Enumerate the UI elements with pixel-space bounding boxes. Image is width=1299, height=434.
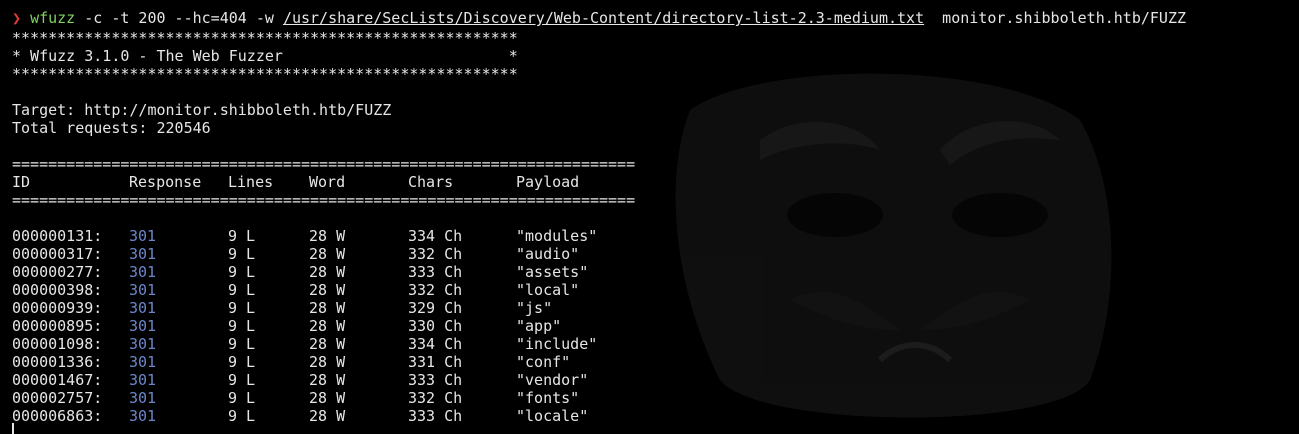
row-id: 000001336: [12, 353, 103, 371]
row-chars: 332 Ch [408, 389, 463, 407]
row-response-code: 301 [129, 353, 157, 371]
target-line: Target: http://monitor.shibboleth.htb/FU… [12, 101, 392, 119]
row-payload: "locale" [516, 407, 589, 425]
row-words: 28 W [309, 389, 346, 407]
row-words: 28 W [309, 407, 346, 425]
row-chars: 333 Ch [408, 263, 463, 281]
total-requests-line: Total requests: 220546 [12, 119, 211, 137]
header-payload: Payload [516, 173, 580, 191]
row-id: 000002757: [12, 389, 103, 407]
row-lines: 9 L [228, 389, 256, 407]
header-chars: Chars [408, 173, 454, 191]
row-response-code: 301 [129, 245, 157, 263]
table-header-row: ID Response Lines Word Chars Payload [12, 173, 712, 191]
row-id: 000000398: [12, 281, 103, 299]
row-lines: 9 L [228, 281, 256, 299]
row-id: 000000131: [12, 227, 103, 245]
command-args: -c -t 200 --hc=404 -w [75, 9, 283, 27]
row-id: 000001098: [12, 335, 103, 353]
row-chars: 331 Ch [408, 353, 463, 371]
table-row: 000001098: 301 9 L 28 W 334 Ch "include" [12, 335, 712, 353]
row-payload: "conf" [516, 353, 571, 371]
row-chars: 334 Ch [408, 335, 463, 353]
row-response-code: 301 [129, 299, 157, 317]
row-lines: 9 L [228, 245, 256, 263]
row-words: 28 W [309, 245, 346, 263]
row-lines: 9 L [228, 227, 256, 245]
row-response-code: 301 [129, 407, 157, 425]
row-lines: 9 L [228, 299, 256, 317]
table-row: 000000398: 301 9 L 28 W 332 Ch "local" [12, 281, 712, 299]
row-id: 000000317: [12, 245, 103, 263]
command-program: wfuzz [30, 9, 76, 27]
table-row: 000000131: 301 9 L 28 W 334 Ch "modules" [12, 227, 712, 245]
row-chars: 332 Ch [408, 245, 463, 263]
row-response-code: 301 [129, 389, 157, 407]
table-row: 000006863: 301 9 L 28 W 333 Ch "locale" [12, 407, 712, 425]
row-id: 000000277: [12, 263, 103, 281]
row-response-code: 301 [129, 317, 157, 335]
table-row: 000001467: 301 9 L 28 W 333 Ch "vendor" [12, 371, 712, 389]
row-chars: 333 Ch [408, 371, 463, 389]
row-response-code: 301 [129, 281, 157, 299]
row-payload: "app" [516, 317, 562, 335]
row-words: 28 W [309, 299, 346, 317]
table-rule-bottom: ========================================… [12, 191, 636, 209]
banner-border-top: ****************************************… [12, 29, 518, 47]
row-payload: "modules" [516, 227, 598, 245]
command-line: ❯ wfuzz -c -t 200 --hc=404 -w /usr/share… [12, 9, 1186, 27]
row-lines: 9 L [228, 407, 256, 425]
terminal-cursor [12, 423, 14, 434]
row-response-code: 301 [129, 335, 157, 353]
table-row: 000000317: 301 9 L 28 W 332 Ch "audio" [12, 245, 712, 263]
table-row: 000000895: 301 9 L 28 W 330 Ch "app" [12, 317, 712, 335]
row-payload: "include" [516, 335, 598, 353]
row-payload: "vendor" [516, 371, 589, 389]
row-words: 28 W [309, 263, 346, 281]
row-id: 000001467: [12, 371, 103, 389]
row-words: 28 W [309, 317, 346, 335]
terminal-window[interactable]: ❯ wfuzz -c -t 200 --hc=404 -w /usr/share… [0, 0, 1299, 434]
row-lines: 9 L [228, 371, 256, 389]
row-payload: "fonts" [516, 389, 580, 407]
row-lines: 9 L [228, 335, 256, 353]
row-payload: "assets" [516, 263, 589, 281]
row-chars: 332 Ch [408, 281, 463, 299]
row-chars: 333 Ch [408, 407, 463, 425]
row-response-code: 301 [129, 227, 157, 245]
banner-title: * Wfuzz 3.1.0 - The Web Fuzzer * [12, 47, 518, 65]
row-payload: "js" [516, 299, 553, 317]
row-words: 28 W [309, 335, 346, 353]
row-chars: 329 Ch [408, 299, 463, 317]
wordlist-path: /usr/share/SecLists/Discovery/Web-Conten… [282, 9, 925, 27]
row-words: 28 W [309, 281, 346, 299]
prompt-chevron-icon: ❯ [12, 9, 22, 27]
row-words: 28 W [309, 371, 346, 389]
row-response-code: 301 [129, 371, 157, 389]
row-chars: 330 Ch [408, 317, 463, 335]
table-row: 000001336: 301 9 L 28 W 331 Ch "conf" [12, 353, 712, 371]
table-row: 000000277: 301 9 L 28 W 333 Ch "assets" [12, 263, 712, 281]
header-id: ID [12, 173, 31, 191]
row-payload: "local" [516, 281, 580, 299]
row-payload: "audio" [516, 245, 580, 263]
command-target: monitor.shibboleth.htb/FUZZ [924, 9, 1187, 27]
header-response: Response [129, 173, 202, 191]
header-lines: Lines [228, 173, 274, 191]
row-chars: 334 Ch [408, 227, 463, 245]
row-id: 000000939: [12, 299, 103, 317]
table-rule-top: ========================================… [12, 155, 636, 173]
table-row: 000002757: 301 9 L 28 W 332 Ch "fonts" [12, 389, 712, 407]
banner-border-bottom: ****************************************… [12, 65, 518, 83]
table-row: 000000939: 301 9 L 28 W 329 Ch "js" [12, 299, 712, 317]
row-id: 000000895: [12, 317, 103, 335]
row-words: 28 W [309, 353, 346, 371]
row-lines: 9 L [228, 353, 256, 371]
header-word: Word [309, 173, 346, 191]
row-words: 28 W [309, 227, 346, 245]
row-lines: 9 L [228, 263, 256, 281]
row-lines: 9 L [228, 317, 256, 335]
row-id: 000006863: [12, 407, 103, 425]
row-response-code: 301 [129, 263, 157, 281]
